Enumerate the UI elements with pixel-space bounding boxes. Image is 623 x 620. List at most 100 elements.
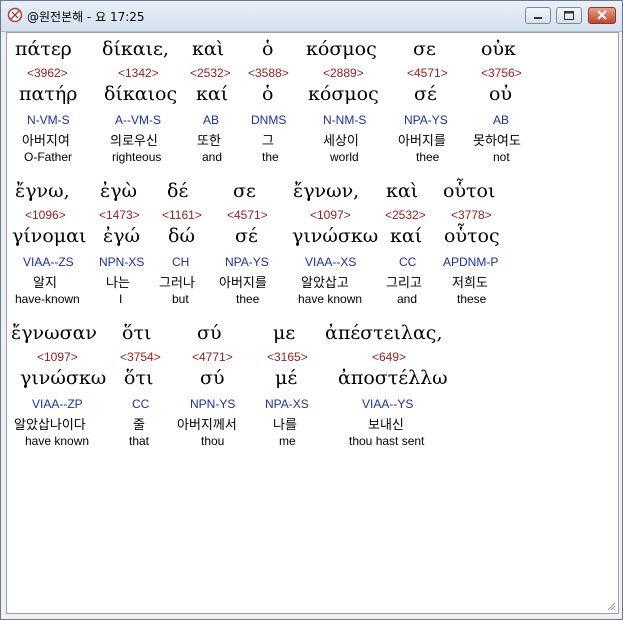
- window-title: @원전본해 - 요 17:25: [27, 10, 145, 24]
- parsing-code: APDNM-P: [443, 255, 499, 269]
- strong-number[interactable]: <3756>: [481, 66, 522, 80]
- resize-grip-icon[interactable]: [606, 601, 616, 611]
- english-gloss: thou hast sent: [349, 434, 425, 448]
- strong-number[interactable]: <3754>: [120, 350, 161, 364]
- korean-gloss: 저희도: [452, 276, 488, 291]
- lemma[interactable]: γινώσκω: [20, 367, 106, 389]
- parsing-code: CC: [399, 255, 417, 269]
- strong-number[interactable]: <4571>: [227, 208, 268, 222]
- greek-word[interactable]: ὁ: [262, 38, 273, 60]
- greek-word[interactable]: πάτερ: [15, 38, 72, 60]
- english-gloss: have known: [298, 292, 363, 306]
- korean-gloss: 나를: [273, 418, 297, 433]
- strong-number[interactable]: <3165>: [267, 350, 308, 364]
- greek-word[interactable]: σε: [413, 38, 436, 60]
- app-logo-icon: [7, 7, 23, 23]
- greek-word[interactable]: ἔγνωσαν: [11, 322, 97, 344]
- strong-number[interactable]: <1473>: [99, 208, 140, 222]
- lemma[interactable]: γίνομαι: [12, 225, 86, 247]
- strong-number[interactable]: <4571>: [407, 66, 448, 80]
- korean-gloss: 줄: [133, 418, 145, 433]
- greek-word[interactable]: καὶ: [192, 38, 224, 60]
- greek-word[interactable]: δίκαιε,: [102, 38, 169, 60]
- strong-number[interactable]: <2889>: [323, 66, 364, 80]
- lemma[interactable]: σέ: [235, 225, 258, 247]
- lemma[interactable]: ὅτι: [124, 367, 153, 389]
- english-gloss: and: [202, 150, 223, 164]
- parsing-code: CH: [172, 255, 190, 269]
- greek-word[interactable]: κόσμος: [306, 38, 377, 60]
- korean-gloss: 알았삽나이다: [14, 418, 86, 433]
- lemma[interactable]: σέ: [414, 83, 437, 105]
- close-icon: [597, 10, 607, 20]
- korean-gloss: 알았삽고: [301, 276, 349, 291]
- strong-number[interactable]: <1097>: [310, 208, 351, 222]
- strong-number[interactable]: <1161>: [162, 208, 202, 222]
- lemma[interactable]: μέ: [275, 367, 297, 389]
- app-window: @원전본해 - 요 17:25 πάτερ δίκαιε, καὶ ὁ κόσμ…: [0, 0, 623, 620]
- korean-gloss: 그리고: [386, 276, 422, 291]
- strong-number[interactable]: <3778>: [451, 208, 492, 222]
- strong-number[interactable]: <649>: [372, 350, 406, 364]
- greek-word[interactable]: καὶ: [386, 180, 418, 202]
- lemma[interactable]: καί: [390, 225, 422, 247]
- strong-number[interactable]: <3962>: [27, 66, 68, 80]
- parsing-code: A--VM-S: [115, 113, 161, 127]
- parsing-code: AB: [493, 113, 510, 127]
- strong-number[interactable]: <4771>: [192, 350, 233, 364]
- korean-gloss: 또한: [197, 134, 221, 149]
- greek-word[interactable]: ἔγνων,: [293, 180, 359, 202]
- english-gloss: not: [493, 150, 510, 164]
- lemma[interactable]: δώ: [168, 225, 195, 247]
- minimize-button[interactable]: [525, 7, 551, 24]
- greek-word[interactable]: δέ: [167, 180, 188, 202]
- lemma[interactable]: γινώσκω: [292, 225, 378, 247]
- english-gloss: and: [397, 292, 418, 306]
- greek-word[interactable]: ἐγὼ: [100, 180, 137, 202]
- lemma[interactable]: σύ: [200, 367, 225, 389]
- lemma[interactable]: καί: [196, 83, 228, 105]
- strong-number[interactable]: <2532>: [385, 208, 426, 222]
- greek-word[interactable]: με: [273, 322, 295, 344]
- korean-gloss: 나는: [106, 276, 130, 291]
- maximize-button[interactable]: [556, 7, 582, 24]
- greek-word[interactable]: ἔγνω,: [15, 180, 70, 202]
- lemma[interactable]: οὗτος: [444, 225, 500, 247]
- english-gloss: have-known: [15, 292, 80, 306]
- greek-word[interactable]: οὗτοι: [443, 180, 495, 202]
- minimize-icon: [534, 17, 542, 19]
- greek-word[interactable]: σύ: [197, 322, 222, 344]
- english-gloss: world: [330, 150, 359, 164]
- korean-gloss: 세상이: [323, 134, 359, 149]
- greek-word[interactable]: ὅτι: [122, 322, 151, 344]
- strong-number[interactable]: <1342>: [118, 66, 159, 80]
- greek-word[interactable]: οὐκ: [481, 38, 516, 60]
- parsing-code: NPA-YS: [404, 113, 448, 127]
- greek-word[interactable]: ἀπέστειλας,: [325, 322, 443, 344]
- greek-word[interactable]: σε: [233, 180, 256, 202]
- english-gloss: I: [119, 292, 123, 306]
- korean-gloss: 아버지를: [219, 276, 267, 291]
- english-gloss: the: [262, 150, 279, 164]
- interlinear-view[interactable]: πάτερ δίκαιε, καὶ ὁ κόσμος σε οὐκ <3962>…: [6, 32, 619, 614]
- korean-gloss: 알지: [33, 276, 57, 291]
- lemma[interactable]: δίκαιος: [104, 83, 177, 105]
- strong-number[interactable]: <2532>: [190, 66, 231, 80]
- strong-number[interactable]: <3588>: [248, 66, 289, 80]
- lemma[interactable]: ἀποστέλλω: [338, 367, 448, 389]
- korean-gloss: 그러나: [159, 276, 195, 291]
- lemma[interactable]: κόσμος: [308, 83, 379, 105]
- korean-gloss: 아버지여: [22, 134, 70, 149]
- title-bar[interactable]: @원전본해 - 요 17:25: [1, 1, 622, 32]
- close-button[interactable]: [588, 7, 616, 24]
- parsing-code: NPA-XS: [265, 397, 309, 411]
- lemma[interactable]: ὁ: [262, 83, 273, 105]
- lemma[interactable]: πατήρ: [19, 83, 77, 105]
- strong-number[interactable]: <1097>: [37, 350, 78, 364]
- lemma[interactable]: οὐ: [489, 83, 512, 105]
- strong-number[interactable]: <1096>: [25, 208, 66, 222]
- lemma[interactable]: ἐγώ: [103, 225, 140, 247]
- korean-gloss: 아버지께서: [177, 418, 237, 433]
- parsing-code: NPA-YS: [225, 255, 269, 269]
- korean-gloss: 의로우신: [110, 134, 158, 149]
